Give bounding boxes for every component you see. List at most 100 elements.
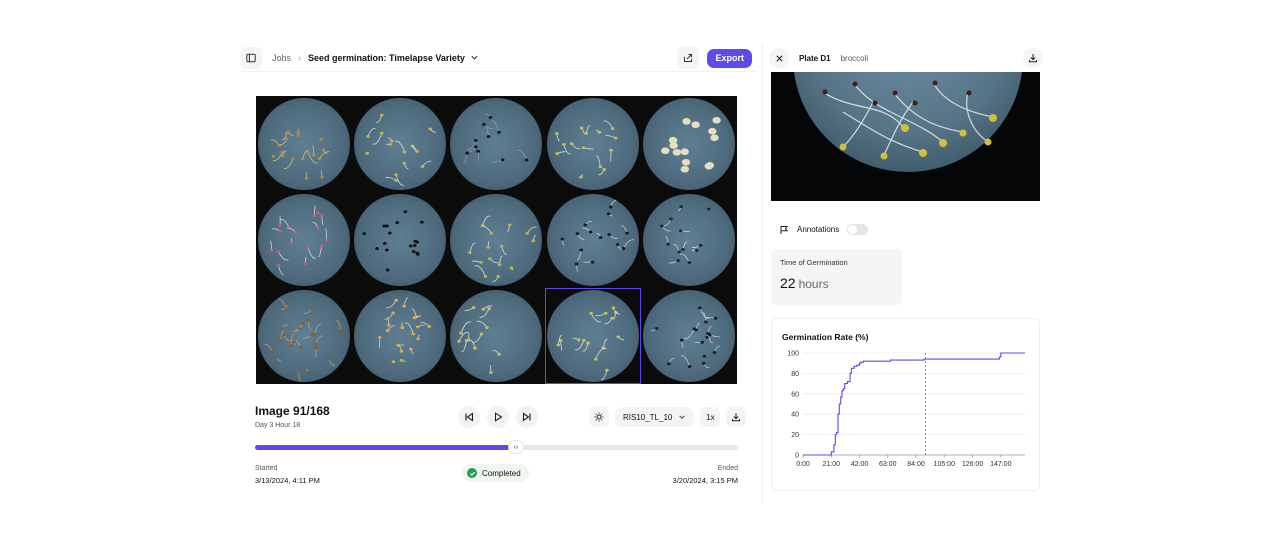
flag-icon xyxy=(780,225,788,234)
brightness-button[interactable] xyxy=(589,407,609,427)
petri-dish xyxy=(450,290,543,382)
plate-cell[interactable] xyxy=(641,288,737,384)
chart-title: Germination Rate (%) xyxy=(782,332,869,342)
ended-value: 3/20/2024, 3:15 PM xyxy=(672,476,738,485)
playback-controls xyxy=(458,406,538,428)
annotations-toggle[interactable] xyxy=(847,224,869,235)
petri-dish xyxy=(354,98,447,190)
check-circle-icon xyxy=(467,468,477,478)
germination-rate-chart: 0 20 40 60 80 100 0:00 21:00 42:00 63:00 84:00 105:… xyxy=(787,351,1025,468)
petri-dish xyxy=(642,98,735,190)
plate-cell[interactable] xyxy=(352,96,448,192)
petri-dish xyxy=(546,194,639,286)
panel-header: Plate D1 broccoli xyxy=(763,44,1053,72)
plate-cell[interactable] xyxy=(256,288,352,384)
breadcrumb-separator: › xyxy=(298,52,302,63)
speed-button[interactable]: 1x xyxy=(700,407,721,427)
play-button[interactable] xyxy=(487,406,509,428)
sun-icon xyxy=(594,412,604,422)
petri-dish xyxy=(793,72,1023,172)
plate-cell[interactable] xyxy=(448,192,544,288)
ended-label: Ended xyxy=(717,465,738,472)
y-tick-label: 40 xyxy=(791,412,799,419)
annotations-row: Annotations xyxy=(779,224,869,235)
sidebar-toggle-button[interactable] xyxy=(240,46,262,69)
drag-handle-icon: ‹› xyxy=(513,443,519,451)
export-button[interactable]: Export xyxy=(707,48,752,68)
header-actions: Export xyxy=(677,47,752,69)
share-button[interactable] xyxy=(677,47,700,69)
petri-dish xyxy=(642,194,735,286)
plate-cell[interactable] xyxy=(352,192,448,288)
camera-select-value: RIS10_TL_10 xyxy=(623,412,673,422)
close-icon xyxy=(775,54,783,62)
x-tick-label: 42:00 xyxy=(851,461,869,468)
germination-time-label: Time of Germination xyxy=(780,258,848,267)
top-bar: Jobs › Seed germination: Timelapse Varie… xyxy=(240,44,756,72)
germination-rate-line xyxy=(803,352,1025,456)
petri-dish xyxy=(258,290,351,382)
petri-dish xyxy=(450,98,543,190)
timeline-handle[interactable]: ‹› xyxy=(507,440,524,454)
download-image-button[interactable] xyxy=(726,407,747,427)
job-title[interactable]: Seed germination: Timelapse Variety xyxy=(308,53,465,63)
share-icon xyxy=(684,54,693,62)
x-tick-label: 63:00 xyxy=(879,461,897,468)
plate-cell[interactable] xyxy=(448,96,544,192)
download-icon xyxy=(732,413,741,422)
close-panel-button[interactable] xyxy=(769,48,789,68)
play-icon xyxy=(494,412,503,422)
skip-forward-button[interactable] xyxy=(516,406,538,428)
y-tick-label: 100 xyxy=(787,351,799,358)
started-value: 3/13/2024, 4:11 PM xyxy=(255,476,320,485)
germination-time-number: 22 xyxy=(780,275,796,291)
image-timestamp: Day 3 Hour 18 xyxy=(255,422,301,429)
plate-cell[interactable] xyxy=(256,192,352,288)
timeline-progress xyxy=(255,445,516,450)
camera-select[interactable]: RIS10_TL_10 xyxy=(615,407,695,427)
speed-label: 1x xyxy=(706,412,715,422)
petri-dish xyxy=(546,98,639,190)
y-tick-label: 0 xyxy=(795,453,799,460)
skip-back-button[interactable] xyxy=(458,406,480,428)
download-panel-button[interactable] xyxy=(1023,48,1043,68)
image-counter: Image 91/168 xyxy=(255,404,330,418)
plate-cell[interactable] xyxy=(352,288,448,384)
annotations-label: Annotations xyxy=(797,225,840,234)
x-tick-label: 126:00 xyxy=(962,461,984,468)
x-tick-label: 0:00 xyxy=(796,461,810,468)
y-tick-label: 20 xyxy=(791,432,799,439)
sidebar-icon xyxy=(246,53,256,62)
germination-time-unit: hours xyxy=(798,277,829,291)
petri-dish xyxy=(642,290,735,382)
plate-name: Plate D1 xyxy=(799,53,831,63)
plate-cell[interactable] xyxy=(641,96,737,192)
plate-cell[interactable] xyxy=(448,288,544,384)
petri-dish xyxy=(354,194,447,286)
y-tick-label: 60 xyxy=(791,391,799,398)
plate-cell[interactable] xyxy=(545,96,641,192)
germination-time-value: 22 hours xyxy=(780,275,893,291)
x-tick-label: 147:00 xyxy=(990,461,1012,468)
status-text: Completed xyxy=(482,468,521,478)
plate-cell[interactable] xyxy=(256,96,352,192)
chevron-down-icon xyxy=(679,415,686,419)
plate-image-grid[interactable] xyxy=(256,96,737,384)
plate-crop-image xyxy=(771,72,1040,201)
plate-variety: broccoli xyxy=(840,53,869,63)
started-label: Started xyxy=(255,465,278,472)
timeline-slider[interactable]: ‹› xyxy=(255,440,738,454)
plate-cell[interactable] xyxy=(544,288,641,384)
plate-cell[interactable] xyxy=(545,192,641,288)
chevron-down-icon[interactable] xyxy=(470,53,479,62)
main-viewer: Jobs › Seed germination: Timelapse Varie… xyxy=(240,44,756,504)
petri-dish xyxy=(354,290,447,382)
breadcrumb-jobs[interactable]: Jobs xyxy=(272,53,291,63)
skip-forward-icon xyxy=(522,412,531,422)
skip-back-icon xyxy=(465,412,474,422)
plate-detail-panel: Plate D1 broccoli Annotations Time of Ge… xyxy=(762,44,1052,504)
germination-time-card: Time of Germination 22 hours xyxy=(771,249,902,305)
plate-cell[interactable] xyxy=(641,192,737,288)
status-badge: Completed xyxy=(462,464,529,482)
petri-dish xyxy=(450,194,543,286)
